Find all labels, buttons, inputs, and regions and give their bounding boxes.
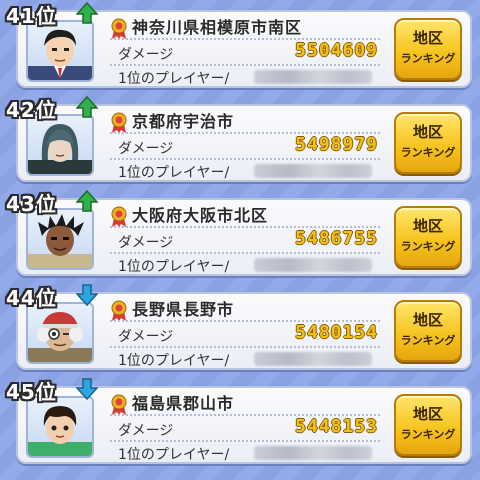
- region-ranking-button[interactable]: 地区 ランキング: [394, 112, 462, 174]
- divider: [110, 64, 380, 66]
- damage-value: 5480154: [295, 322, 378, 343]
- region-ranking-button[interactable]: 地区 ランキング: [394, 18, 462, 80]
- player-avatar: [26, 302, 94, 364]
- top-player-label: 1位のプレイヤー/: [118, 447, 230, 463]
- top-player-name-blurred: [254, 446, 372, 460]
- top-player-name-blurred: [254, 258, 372, 272]
- prefecture-name: 京都府宇治市: [132, 112, 235, 131]
- button-label-line2: ランキング: [400, 52, 456, 65]
- damage-value: 5486755: [295, 228, 378, 249]
- damage-value: 5448153: [295, 416, 378, 437]
- divider: [110, 158, 380, 160]
- prefecture-name: 長野県長野市: [132, 300, 235, 319]
- medal-icon: [111, 300, 127, 321]
- button-label-line1: 地区: [412, 405, 443, 423]
- rank-number: 41位: [6, 4, 57, 28]
- button-label-line2: ランキング: [400, 146, 456, 159]
- player-avatar: [26, 20, 94, 82]
- button-label-line2: ランキング: [400, 428, 456, 441]
- medal-icon: [111, 206, 127, 227]
- trend-up-icon: [76, 190, 98, 212]
- top-player-name-blurred: [254, 164, 372, 178]
- button-label-line1: 地区: [412, 217, 443, 235]
- divider: [110, 346, 380, 348]
- top-player-label: 1位のプレイヤー/: [118, 165, 230, 181]
- damage-label: ダメージ: [118, 141, 174, 157]
- medal-icon: [111, 18, 127, 39]
- rank-number: 43位: [6, 192, 57, 216]
- ranking-row: 45位 福島県郡山市 ダメージ 5448153 1位のプレイヤー/ 地区 ランキ…: [2, 376, 474, 464]
- damage-value: 5504609: [295, 40, 378, 61]
- prefecture-name: 福島県郡山市: [132, 394, 235, 413]
- top-player-name-blurred: [254, 70, 372, 84]
- player-avatar: [26, 208, 94, 270]
- button-label-line2: ランキング: [400, 240, 456, 253]
- region-ranking-button[interactable]: 地区 ランキング: [394, 394, 462, 456]
- ranking-list: 41位 神奈川県相模原市南区 ダメージ 5504609 1位のプレイヤー/ 地区…: [0, 0, 480, 480]
- region-ranking-button[interactable]: 地区 ランキング: [394, 206, 462, 268]
- top-player-label: 1位のプレイヤー/: [118, 259, 230, 275]
- top-player-label: 1位のプレイヤー/: [118, 353, 230, 369]
- ranking-row: 41位 神奈川県相模原市南区 ダメージ 5504609 1位のプレイヤー/ 地区…: [2, 0, 474, 88]
- damage-label: ダメージ: [118, 235, 174, 251]
- player-avatar: [26, 114, 94, 176]
- button-label-line2: ランキング: [400, 334, 456, 347]
- top-player-name-blurred: [254, 352, 372, 366]
- trend-up-icon: [76, 96, 98, 118]
- trend-up-icon: [76, 2, 98, 24]
- medal-icon: [111, 112, 127, 133]
- prefecture-name: 神奈川県相模原市南区: [132, 18, 303, 37]
- damage-label: ダメージ: [118, 329, 174, 345]
- trend-down-icon: [76, 378, 98, 400]
- ranking-row: 44位 長野県長野市 ダメージ 5480154 1位のプレイヤー/ 地区 ランキ…: [2, 282, 474, 370]
- rank-number: 44位: [6, 286, 57, 310]
- button-label-line1: 地区: [412, 311, 443, 329]
- rank-number: 45位: [6, 380, 57, 404]
- button-label-line1: 地区: [412, 29, 443, 47]
- divider: [110, 440, 380, 442]
- trend-down-icon: [76, 284, 98, 306]
- damage-label: ダメージ: [118, 423, 174, 439]
- button-label-line1: 地区: [412, 123, 443, 141]
- damage-label: ダメージ: [118, 47, 174, 63]
- damage-value: 5498979: [295, 134, 378, 155]
- rank-number: 42位: [6, 98, 57, 122]
- divider: [110, 252, 380, 254]
- ranking-row: 43位 大阪府大阪市北区 ダメージ 5486755 1位のプレイヤー/ 地区 ラ…: [2, 188, 474, 276]
- prefecture-name: 大阪府大阪市北区: [132, 206, 269, 225]
- ranking-row: 42位 京都府宇治市 ダメージ 5498979 1位のプレイヤー/ 地区 ランキ…: [2, 94, 474, 182]
- medal-icon: [111, 394, 127, 415]
- top-player-label: 1位のプレイヤー/: [118, 71, 230, 87]
- region-ranking-button[interactable]: 地区 ランキング: [394, 300, 462, 362]
- player-avatar: [26, 396, 94, 458]
